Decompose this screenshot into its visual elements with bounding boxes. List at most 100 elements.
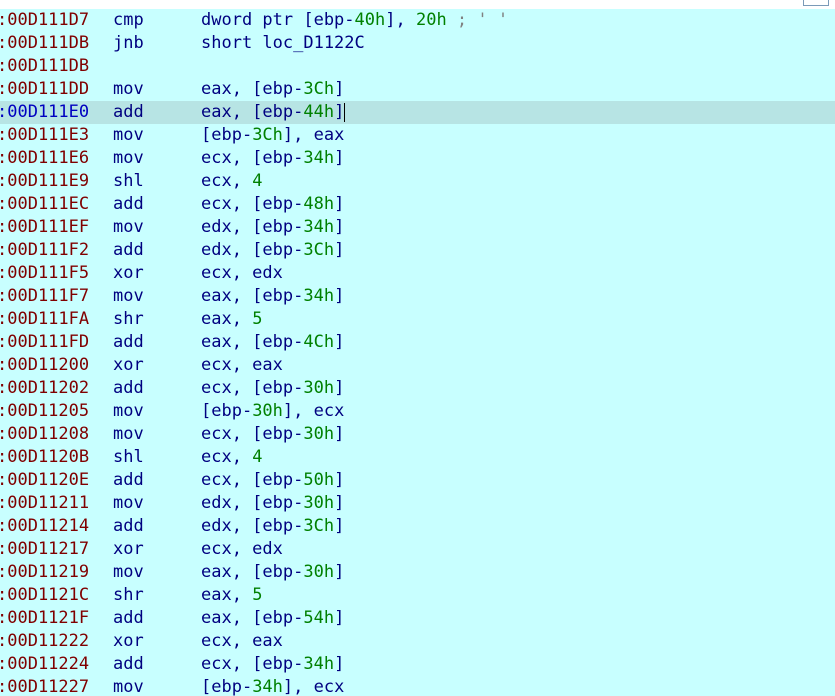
operands[interactable]: ecx, 4 xyxy=(201,170,262,193)
mnemonic[interactable]: add xyxy=(113,193,144,216)
instruction-row[interactable]: :00D111FD add eax, [ebp-4Ch] xyxy=(0,331,835,354)
mnemonic[interactable]: add xyxy=(113,377,144,400)
operands[interactable]: edx, [ebp-3Ch] xyxy=(201,239,344,262)
address[interactable]: :00D11202 xyxy=(0,377,89,400)
operands[interactable]: eax, 5 xyxy=(201,308,262,331)
address[interactable]: :00D11200 xyxy=(0,354,89,377)
instruction-row[interactable]: :00D111D7 cmp dword ptr [ebp-40h], 20h ; '… xyxy=(0,9,835,32)
operands[interactable]: edx, [ebp-34h] xyxy=(201,216,344,239)
mnemonic[interactable]: mov xyxy=(113,124,144,147)
instruction-row[interactable]: :00D111EF mov edx, [ebp-34h] xyxy=(0,216,835,239)
mnemonic[interactable]: mov xyxy=(113,285,144,308)
operands[interactable]: [ebp-34h], ecx xyxy=(201,676,344,696)
mnemonic[interactable]: mov xyxy=(113,216,144,239)
address[interactable]: :00D11205 xyxy=(0,400,89,423)
address[interactable]: :00D11227 xyxy=(0,676,89,696)
address[interactable]: :00D11214 xyxy=(0,515,89,538)
address[interactable]: :00D1121C xyxy=(0,584,89,607)
operands[interactable]: ecx, edx xyxy=(201,538,283,561)
address[interactable]: :00D1120E xyxy=(0,469,89,492)
operands[interactable]: ecx, [ebp-50h] xyxy=(201,469,344,492)
mnemonic[interactable]: xor xyxy=(113,262,144,285)
operands[interactable]: ecx, [ebp-30h] xyxy=(201,423,344,446)
instruction-row[interactable]: :00D111FA shr eax, 5 xyxy=(0,308,835,331)
operands[interactable]: eax, [ebp-44h] xyxy=(201,101,346,124)
instruction-row[interactable]: :00D1120E add ecx, [ebp-50h] xyxy=(0,469,835,492)
instruction-row[interactable]: :00D111F7 mov eax, [ebp-34h] xyxy=(0,285,835,308)
operands[interactable]: edx, [ebp-3Ch] xyxy=(201,515,344,538)
operands[interactable]: ecx, [ebp-48h] xyxy=(201,193,344,216)
mnemonic[interactable]: add xyxy=(113,653,144,676)
operands[interactable]: eax, [ebp-34h] xyxy=(201,285,344,308)
mnemonic[interactable]: add xyxy=(113,331,144,354)
address[interactable]: :00D111F5 xyxy=(0,262,89,285)
operands[interactable]: ecx, edx xyxy=(201,262,283,285)
instruction-row[interactable]: :00D111E9 shl ecx, 4 xyxy=(0,170,835,193)
address[interactable]: :00D111DB xyxy=(0,55,89,78)
instruction-row[interactable]: :00D11200 xor ecx, eax xyxy=(0,354,835,377)
disassembly-listing[interactable]: :00D111D7 cmp dword ptr [ebp-40h], 20h ; '… xyxy=(0,9,835,696)
instruction-row[interactable]: :00D111DB xyxy=(0,55,835,78)
mnemonic[interactable]: xor xyxy=(113,538,144,561)
operands[interactable]: ecx, 4 xyxy=(201,446,262,469)
instruction-row[interactable]: :00D11214 add edx, [ebp-3Ch] xyxy=(0,515,835,538)
instruction-row[interactable]: :00D111E3 mov [ebp-3Ch], eax xyxy=(0,124,835,147)
mnemonic[interactable]: add xyxy=(113,607,144,630)
address[interactable]: :00D111E9 xyxy=(0,170,89,193)
address[interactable]: :00D111D7 xyxy=(0,9,89,32)
address[interactable]: :00D111DB xyxy=(0,32,89,55)
instruction-row[interactable]: :00D1120B shl ecx, 4 xyxy=(0,446,835,469)
operands[interactable]: eax, 5 xyxy=(201,584,262,607)
operands[interactable]: eax, [ebp-54h] xyxy=(201,607,344,630)
address[interactable]: :00D111DD xyxy=(0,78,89,101)
instruction-row[interactable]: :00D11224 add ecx, [ebp-34h] xyxy=(0,653,835,676)
mnemonic[interactable]: mov xyxy=(113,147,144,170)
operands[interactable]: eax, [ebp-4Ch] xyxy=(201,331,344,354)
address[interactable]: :00D111F7 xyxy=(0,285,89,308)
operands[interactable]: short loc_D1122C xyxy=(201,32,365,55)
mnemonic[interactable]: shr xyxy=(113,308,144,331)
address[interactable]: :00D111F2 xyxy=(0,239,89,262)
instruction-row[interactable]: :00D11219 mov eax, [ebp-30h] xyxy=(0,561,835,584)
instruction-row[interactable]: :00D11222 xor ecx, eax xyxy=(0,630,835,653)
mnemonic[interactable]: add xyxy=(113,469,144,492)
instruction-row[interactable]: :00D11217 xor ecx, edx xyxy=(0,538,835,561)
mnemonic[interactable]: add xyxy=(113,515,144,538)
mnemonic[interactable]: add xyxy=(113,101,144,124)
instruction-row[interactable]: :00D111F5 xor ecx, edx xyxy=(0,262,835,285)
mnemonic[interactable]: jnb xyxy=(113,32,144,55)
address[interactable]: :00D111EF xyxy=(0,216,89,239)
instruction-row[interactable]: :00D11227 mov [ebp-34h], ecx xyxy=(0,676,835,696)
address[interactable]: :00D111E3 xyxy=(0,124,89,147)
instruction-row[interactable]: :00D111F2 add edx, [ebp-3Ch] xyxy=(0,239,835,262)
operands[interactable]: ecx, eax xyxy=(201,630,283,653)
operands[interactable]: ecx, [ebp-34h] xyxy=(201,147,344,170)
instruction-row[interactable]: :00D11211 mov edx, [ebp-30h] xyxy=(0,492,835,515)
mnemonic[interactable]: mov xyxy=(113,676,144,696)
instruction-row[interactable]: :00D111DD mov eax, [ebp-3Ch] xyxy=(0,78,835,101)
operands[interactable]: [ebp-30h], ecx xyxy=(201,400,344,423)
operands[interactable]: eax, [ebp-3Ch] xyxy=(201,78,344,101)
address[interactable]: :00D11208 xyxy=(0,423,89,446)
address[interactable]: :00D111FA xyxy=(0,308,89,331)
mnemonic[interactable]: mov xyxy=(113,78,144,101)
instruction-row[interactable]: :00D11205 mov [ebp-30h], ecx xyxy=(0,400,835,423)
address[interactable]: :00D11219 xyxy=(0,561,89,584)
mnemonic[interactable]: mov xyxy=(113,423,144,446)
address[interactable]: :00D1121F xyxy=(0,607,89,630)
mnemonic[interactable]: shl xyxy=(113,170,144,193)
mnemonic[interactable]: add xyxy=(113,239,144,262)
address[interactable]: :00D111EC xyxy=(0,193,89,216)
operands[interactable]: ecx, [ebp-30h] xyxy=(201,377,344,400)
scroll-marker[interactable] xyxy=(803,0,829,6)
instruction-row[interactable]: :00D111DB jnb short loc_D1122C xyxy=(0,32,835,55)
address[interactable]: :00D11211 xyxy=(0,492,89,515)
mnemonic[interactable]: mov xyxy=(113,492,144,515)
instruction-row[interactable]: :00D111E6 mov ecx, [ebp-34h] xyxy=(0,147,835,170)
operands[interactable]: [ebp-3Ch], eax xyxy=(201,124,344,147)
address[interactable]: :00D111E6 xyxy=(0,147,89,170)
mnemonic[interactable]: cmp xyxy=(113,9,144,32)
address[interactable]: :00D1120B xyxy=(0,446,89,469)
operands[interactable]: edx, [ebp-30h] xyxy=(201,492,344,515)
mnemonic[interactable]: xor xyxy=(113,630,144,653)
